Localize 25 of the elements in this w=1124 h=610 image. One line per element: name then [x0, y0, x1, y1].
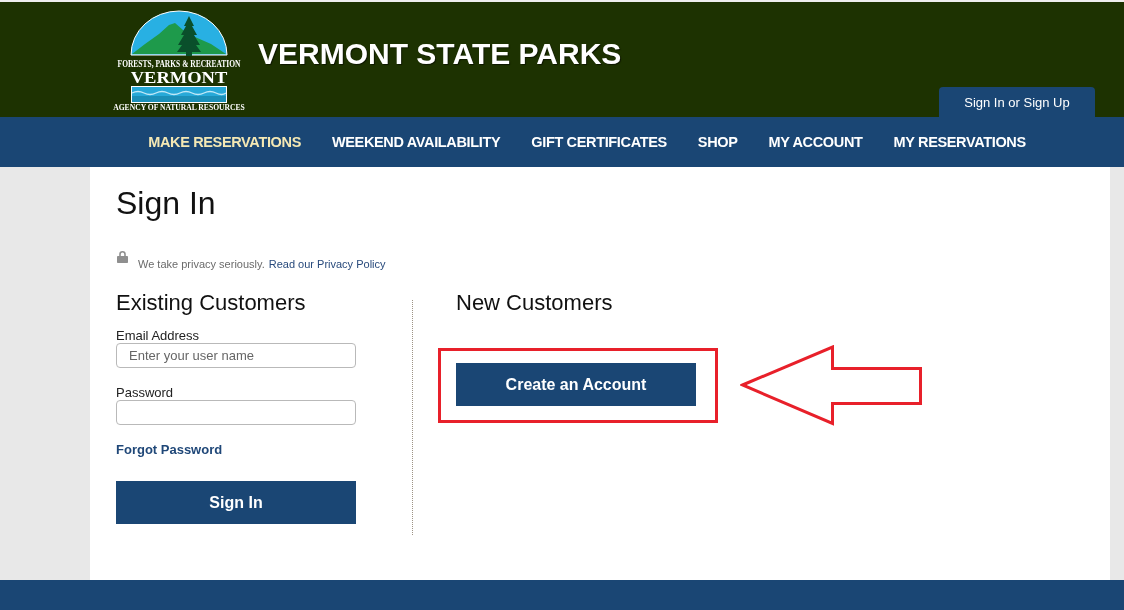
forgot-password-link[interactable]: Forgot Password — [116, 442, 223, 457]
nav-link[interactable]: MAKE RESERVATIONS — [148, 134, 301, 150]
nav-link[interactable]: GIFT CERTIFICATES — [531, 134, 667, 150]
input-field[interactable] — [116, 400, 356, 425]
section-heading: New Customers — [456, 290, 614, 316]
nav-link[interactable]: SHOP — [697, 134, 738, 150]
privacy-policy-link[interactable]: Read our Privacy Policy — [268, 258, 386, 271]
field-label: Email Address — [116, 328, 201, 343]
nav-link[interactable]: MY ACCOUNT — [768, 134, 863, 150]
section-heading: Existing Customers — [116, 290, 307, 316]
field-label: Password — [116, 385, 175, 400]
mountain-tree-icon — [130, 10, 228, 56]
water-waves-icon — [131, 86, 227, 103]
sign-in-button[interactable]: Sign In — [116, 481, 356, 524]
nav-link[interactable]: MY RESERVATIONS — [893, 134, 1026, 150]
create-account-button[interactable]: Create an Account — [456, 363, 696, 406]
logo-text: VERMONT — [130, 67, 228, 87]
lock-icon — [116, 250, 129, 263]
site-title: VERMONT STATE PARKS — [258, 36, 622, 72]
sign-in-tab[interactable]: Sign In or Sign Up — [939, 87, 1095, 117]
nav-link[interactable]: WEEKEND AVAILABILITY — [331, 134, 501, 150]
input-field[interactable]: Enter your user name — [116, 343, 356, 368]
page-title: Sign In — [116, 184, 217, 222]
logo-text: FORESTS, PARKS & RECREATION — [117, 57, 241, 70]
privacy-note: We take privacy seriously. — [138, 258, 265, 271]
